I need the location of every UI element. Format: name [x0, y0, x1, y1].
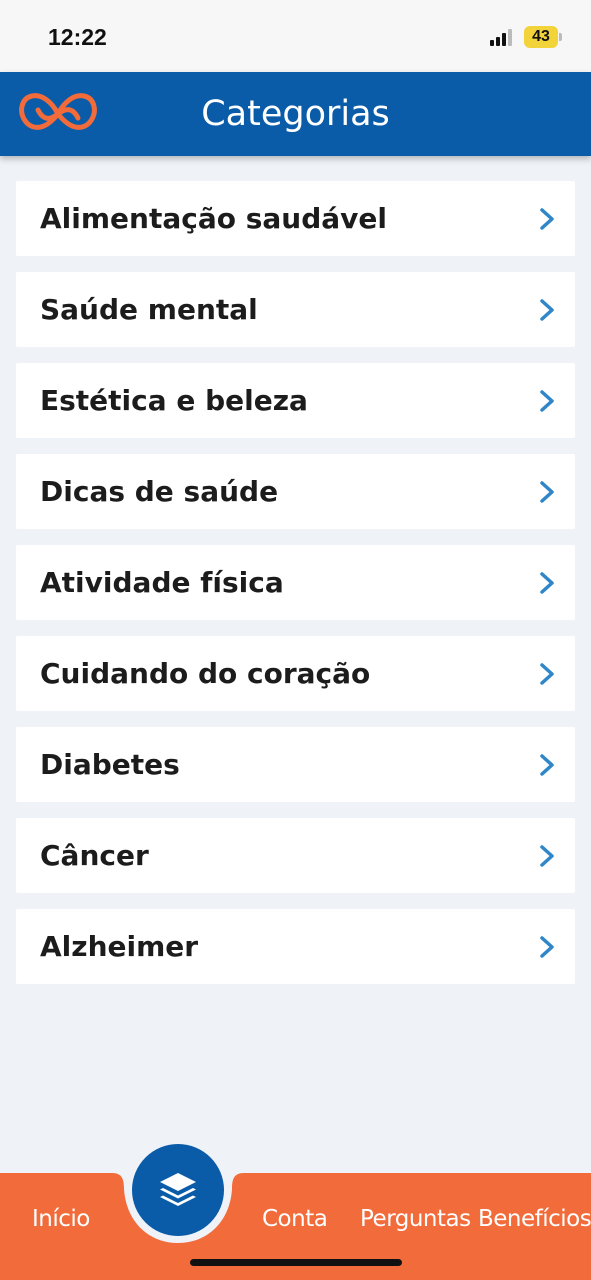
list-item-label: Alzheimer — [40, 930, 199, 963]
list-item-label: Alimentação saudável — [40, 202, 387, 235]
category-list: Alimentação saudável Saúde mental Estéti… — [16, 181, 575, 1000]
list-item[interactable]: Atividade física — [16, 545, 575, 620]
battery-level: 43 — [524, 26, 558, 48]
battery-icon: 43 — [524, 26, 562, 48]
nav-item-beneficios[interactable]: Benefícios — [478, 1206, 591, 1232]
list-item[interactable]: Saúde mental — [16, 272, 575, 347]
signal-icon — [490, 29, 512, 46]
chevron-right-icon — [540, 571, 554, 594]
chevron-right-icon — [540, 935, 554, 958]
chevron-right-icon — [540, 298, 554, 321]
status-time: 12:22 — [48, 24, 107, 50]
list-item[interactable]: Alzheimer — [16, 909, 575, 984]
chevron-right-icon — [540, 389, 554, 412]
list-item-label: Saúde mental — [40, 293, 258, 326]
layers-icon — [160, 1173, 196, 1206]
list-item[interactable]: Alimentação saudável — [16, 181, 575, 256]
chevron-right-icon — [540, 753, 554, 776]
chevron-right-icon — [540, 662, 554, 685]
list-item[interactable]: Câncer — [16, 818, 575, 893]
nav-item-conta[interactable]: Conta — [262, 1206, 328, 1232]
list-item-label: Cuidando do coração — [40, 657, 371, 690]
list-item-label: Câncer — [40, 839, 149, 872]
list-item[interactable]: Dicas de saúde — [16, 454, 575, 529]
list-item-label: Atividade física — [40, 566, 284, 599]
status-bar: 12:22 43 — [0, 0, 591, 72]
list-item-label: Dicas de saúde — [40, 475, 279, 508]
chevron-right-icon — [540, 480, 554, 503]
list-item[interactable]: Estética e beleza — [16, 363, 575, 438]
nav-item-inicio[interactable]: Início — [32, 1206, 90, 1232]
home-indicator — [190, 1259, 402, 1266]
page-title: Categorias — [201, 94, 390, 134]
categories-button[interactable] — [132, 1144, 224, 1236]
list-item[interactable]: Diabetes — [16, 727, 575, 802]
list-item-label: Diabetes — [40, 748, 180, 781]
list-item[interactable]: Cuidando do coração — [16, 636, 575, 711]
nav-item-perguntas[interactable]: Perguntas — [360, 1206, 471, 1232]
app-header: Categorias — [0, 72, 591, 156]
list-item-label: Estética e beleza — [40, 384, 308, 417]
chevron-right-icon — [540, 844, 554, 867]
chevron-right-icon — [540, 207, 554, 230]
